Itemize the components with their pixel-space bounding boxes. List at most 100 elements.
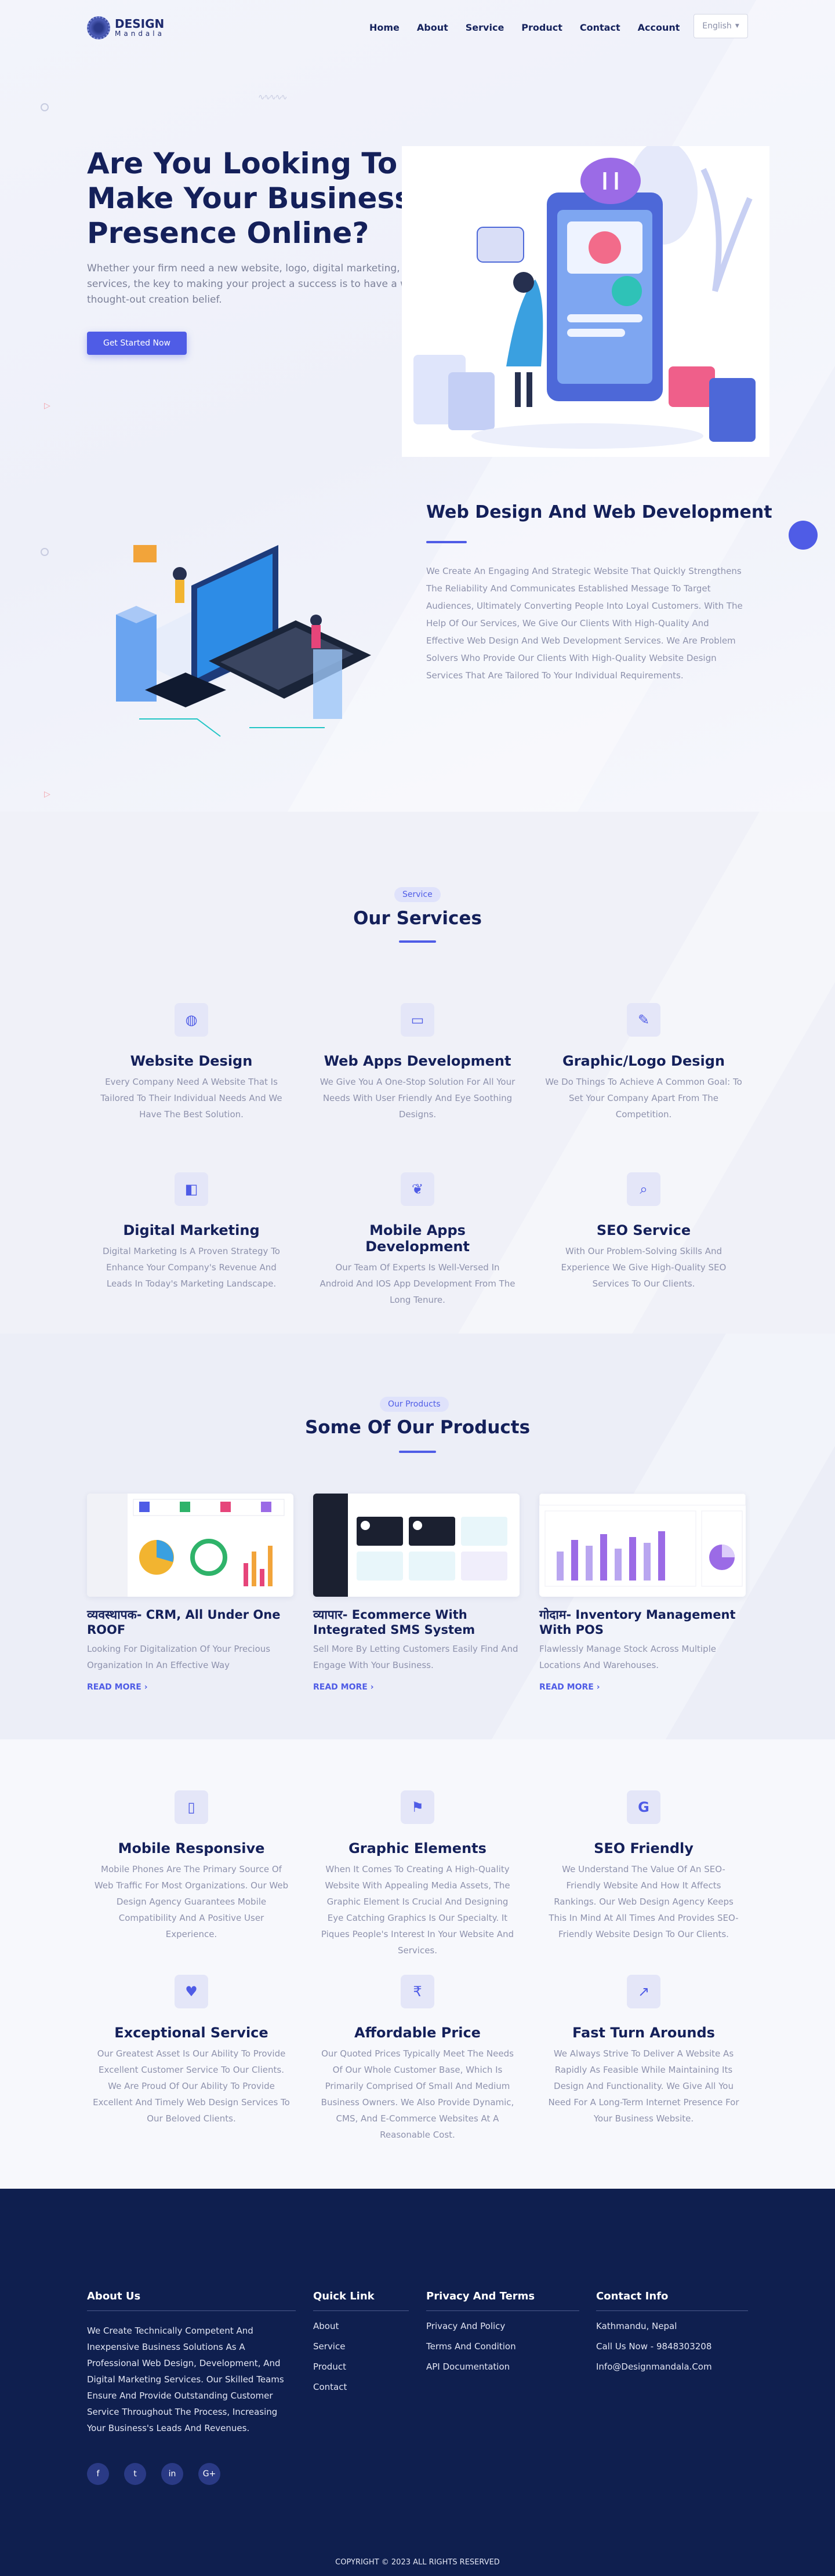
get-started-button[interactable]: Get Started Now	[87, 332, 187, 355]
service-card-website-design[interactable]: ◍ Website Design Every Company Need A We…	[93, 1003, 290, 1122]
chevron-right-icon: ›	[144, 1683, 148, 1692]
monitor-icon: ▭	[401, 1003, 434, 1037]
footer-privacy: Privacy And Terms Privacy And Policy Ter…	[426, 2290, 579, 2372]
footer-link-contact[interactable]: Contact	[313, 2382, 409, 2392]
divider	[313, 2310, 409, 2311]
read-more-link[interactable]: READ MORE ›	[313, 1683, 520, 1692]
footer-link-privacy[interactable]: Privacy And Policy	[426, 2321, 579, 2331]
webdev-title: Web Design And Web Development	[426, 502, 772, 522]
footer-link-service[interactable]: Service	[313, 2341, 409, 2352]
service-text: Digital Marketing Is A Proven Strategy T…	[103, 1246, 280, 1289]
product-card-inventory[interactable]: गोदाम- Inventory Management With POS Fla…	[539, 1494, 746, 1692]
service-text: Every Company Need A Website That Is Tai…	[100, 1077, 282, 1120]
footer-link-api[interactable]: API Documentation	[426, 2361, 579, 2372]
product-text: Flawlessly Manage Stock Across Multiple …	[539, 1644, 716, 1670]
divider	[87, 2310, 296, 2311]
service-title: SEO Service	[596, 1222, 691, 1238]
feature-text: Our Quoted Prices Typically Meet The Nee…	[321, 2048, 514, 2140]
services-pill: Service	[394, 887, 441, 902]
read-more-link[interactable]: READ MORE ›	[87, 1683, 293, 1692]
products-title-underline	[399, 1451, 436, 1453]
nav-contact[interactable]: Contact	[580, 22, 620, 33]
footer-link-about[interactable]: About	[313, 2321, 409, 2331]
service-text: With Our Problem-Solving Skills And Expe…	[561, 1246, 727, 1289]
chevron-down-icon: ▼	[735, 23, 739, 29]
products-pill: Our Products	[380, 1397, 449, 1412]
triangle-decor-icon: ▷	[44, 790, 50, 799]
copyright: COPYRIGHT © 2023 ALL RIGHTS RESERVED	[335, 2558, 500, 2567]
footer-link-product[interactable]: Product	[313, 2361, 409, 2372]
nav-product[interactable]: Product	[521, 22, 562, 33]
product-card-crm[interactable]: व्यवस्थापक- CRM, All Under One ROOF Look…	[87, 1494, 293, 1692]
webdev-text: We Create An Engaging And Strategic Webs…	[426, 566, 743, 681]
service-card-digital-marketing[interactable]: ◧ Digital Marketing Digital Marketing Is…	[93, 1172, 290, 1292]
footer-address: Kathmandu, Nepal	[596, 2321, 677, 2331]
product-card-ecommerce[interactable]: व्यापार- Ecommerce With Integrated SMS S…	[313, 1494, 520, 1692]
circle-decor-icon	[41, 548, 49, 556]
footer-phone[interactable]: Call Us Now - 9848303208	[596, 2341, 748, 2352]
footer-quick-title: Quick Link	[313, 2290, 375, 2302]
service-title: Graphic/Logo Design	[562, 1053, 725, 1069]
chevron-right-icon: ›	[370, 1683, 374, 1692]
floating-action-button[interactable]	[789, 521, 818, 550]
rupee-icon: ₹	[401, 1975, 434, 2008]
brand-logo[interactable]: DESIGN Mandala	[87, 16, 165, 39]
ecommerce-screenshot	[313, 1494, 520, 1597]
feature-title: Mobile Responsive	[118, 1840, 265, 1856]
feature-card-exceptional-service: ♥ Exceptional Service Our Greatest Asset…	[93, 1975, 290, 2127]
service-card-web-apps[interactable]: ▭ Web Apps Development We Give You A One…	[319, 1003, 516, 1122]
twitter-icon[interactable]: t	[124, 2463, 146, 2485]
feature-card-mobile-responsive: ▯ Mobile Responsive Mobile Phones Are Th…	[93, 1790, 290, 1942]
language-select[interactable]: English ▼	[694, 14, 748, 38]
services-title: Our Services	[353, 908, 482, 929]
language-value: English	[702, 21, 732, 31]
pen-icon: ✎	[627, 1003, 660, 1037]
footer-quick-links: Quick Link About Service Product Contact	[313, 2290, 409, 2392]
feature-card-fast-turn-arounds: ↗ Fast Turn Arounds We Always Strive To …	[545, 1975, 742, 2127]
service-text: We Give You A One-Stop Solution For All …	[320, 1077, 515, 1120]
footer-contact: Contact Info Kathmandu, Nepal Call Us No…	[596, 2290, 748, 2372]
wave-decor-icon: ∿∿∿∿∿	[258, 93, 288, 102]
footer-about-text: We Create Technically Competent And Inex…	[87, 2326, 284, 2433]
search-icon: ⌕	[627, 1172, 660, 1206]
service-title: Mobile Apps Development	[365, 1222, 470, 1255]
service-card-mobile-apps[interactable]: ❦ Mobile Apps Development Our Team Of Ex…	[319, 1172, 516, 1308]
feature-text: Mobile Phones Are The Primary Source Of …	[94, 1864, 289, 1939]
footer-privacy-title: Privacy And Terms	[426, 2290, 535, 2302]
service-card-graphic-logo[interactable]: ✎ Graphic/Logo Design We Do Things To Ac…	[545, 1003, 742, 1122]
brand-tagline: Mandala	[115, 30, 165, 38]
product-title: व्यवस्थापक- CRM, All Under One ROOF	[87, 1608, 281, 1637]
google-icon: G	[627, 1790, 660, 1824]
service-title: Website Design	[130, 1053, 253, 1069]
triangle-decor-icon: ▷	[44, 401, 50, 410]
instagram-icon[interactable]: in	[161, 2463, 183, 2485]
service-text: Our Team Of Experts Is Well-Versed In An…	[320, 1262, 515, 1305]
facebook-icon[interactable]: f	[87, 2463, 109, 2485]
heart-icon: ♥	[175, 1975, 208, 2008]
read-more-label: READ MORE	[87, 1683, 141, 1692]
feature-text: We Always Strive To Deliver A Website As…	[548, 2048, 739, 2124]
apple-icon: ❦	[401, 1172, 434, 1206]
mobile-icon: ▯	[175, 1790, 208, 1824]
nav-service[interactable]: Service	[466, 22, 504, 33]
marketing-icon: ◧	[175, 1172, 208, 1206]
chart-icon: ↗	[627, 1975, 660, 2008]
footer-email[interactable]: Info@Designmandala.Com	[596, 2361, 748, 2372]
nav-home[interactable]: Home	[369, 22, 400, 33]
mandala-logo-icon	[87, 16, 110, 39]
service-text: We Do Things To Achieve A Common Goal: T…	[545, 1077, 742, 1120]
footer-link-terms[interactable]: Terms And Condition	[426, 2341, 579, 2352]
footer-about-title: About Us	[87, 2290, 141, 2302]
service-title: Digital Marketing	[123, 1222, 260, 1238]
service-card-seo[interactable]: ⌕ SEO Service With Our Problem-Solving S…	[545, 1172, 742, 1292]
hero-illustration	[402, 140, 769, 457]
nav-account[interactable]: Account	[638, 22, 680, 33]
product-text: Sell More By Letting Customers Easily Fi…	[313, 1644, 518, 1670]
google-plus-icon[interactable]: G+	[198, 2463, 220, 2485]
feature-text: We Understand The Value Of An SEO-Friend…	[549, 1864, 739, 1939]
read-more-label: READ MORE	[539, 1683, 594, 1692]
divider	[596, 2310, 748, 2311]
services-title-underline	[399, 940, 436, 943]
read-more-link[interactable]: READ MORE ›	[539, 1683, 746, 1692]
nav-about[interactable]: About	[417, 22, 448, 33]
